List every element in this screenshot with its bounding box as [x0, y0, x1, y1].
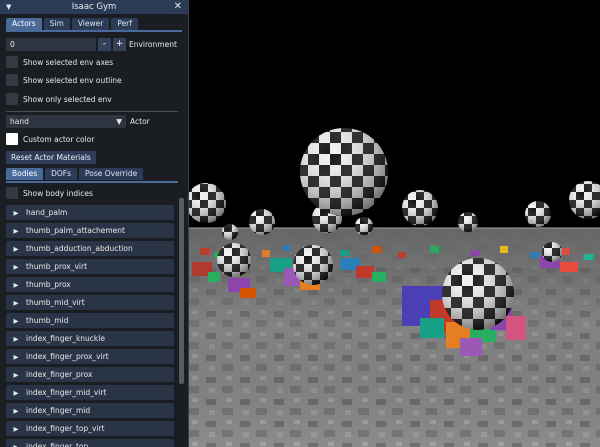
reset-row: Reset Actor Materials	[6, 151, 96, 164]
body-item-label: thumb_palm_attachement	[26, 226, 125, 235]
sub-tabs: Bodies DOFs Pose Override	[6, 168, 144, 180]
custom-color-swatch[interactable]	[6, 133, 18, 145]
only-selected-checkbox[interactable]	[6, 93, 18, 105]
tab-perf[interactable]: Perf	[111, 18, 138, 30]
body-item[interactable]: ▶ index_finger_mid	[6, 403, 174, 418]
body-item[interactable]: ▶ thumb_prox_virt	[6, 259, 174, 274]
body-indices-label: Show body indices	[23, 188, 93, 198]
expand-arrow-icon[interactable]: ▶	[6, 353, 26, 361]
body-item[interactable]: ▶ hand_palm	[6, 205, 174, 220]
body-item-label: index_finger_mid	[26, 406, 91, 415]
body-item[interactable]: ▶ index_finger_prox	[6, 367, 174, 382]
panel-titlebar[interactable]: ▼ Isaac Gym ✕	[0, 0, 188, 14]
expand-arrow-icon[interactable]: ▶	[6, 227, 26, 235]
reset-actor-materials-button[interactable]: Reset Actor Materials	[6, 151, 96, 164]
env-axes-row[interactable]: Show selected env axes	[6, 56, 113, 68]
body-indices-row[interactable]: Show body indices	[6, 187, 93, 199]
env-axes-checkbox[interactable]	[6, 56, 18, 68]
collapse-icon[interactable]: ▼	[6, 3, 11, 11]
body-item[interactable]: ▶ index_finger_top	[6, 439, 174, 447]
expand-arrow-icon[interactable]: ▶	[6, 425, 26, 433]
body-item-label: index_finger_top	[26, 442, 89, 447]
actor-label: Actor	[130, 117, 150, 126]
actor-select[interactable]: hand ▼	[6, 115, 126, 128]
body-item[interactable]: ▶ thumb_prox	[6, 277, 174, 292]
only-selected-row[interactable]: Show only selected env	[6, 93, 112, 105]
body-item-label: hand_palm	[26, 208, 68, 217]
actor-row: hand ▼ Actor	[6, 115, 150, 128]
body-item-label: index_finger_prox_virt	[26, 352, 109, 361]
body-item[interactable]: ▶ thumb_palm_attachement	[6, 223, 174, 238]
subtab-pose-override[interactable]: Pose Override	[79, 168, 144, 180]
body-indices-checkbox[interactable]	[6, 187, 18, 199]
body-item-label: thumb_prox_virt	[26, 262, 88, 271]
actor-select-value: hand	[10, 117, 29, 126]
close-icon[interactable]: ✕	[174, 1, 182, 12]
body-item[interactable]: ▶ index_finger_knuckle	[6, 331, 174, 346]
main-tabs: Actors Sim Viewer Perf	[0, 14, 188, 30]
subtab-dofs[interactable]: DOFs	[45, 168, 78, 180]
environment-increment-button[interactable]: +	[113, 38, 126, 51]
expand-arrow-icon[interactable]: ▶	[6, 335, 26, 343]
expand-arrow-icon[interactable]: ▶	[6, 209, 26, 217]
only-selected-label: Show only selected env	[23, 94, 112, 104]
body-item-label: index_finger_knuckle	[26, 334, 105, 343]
environment-input[interactable]: 0	[6, 38, 96, 51]
window-title: Isaac Gym	[71, 2, 117, 12]
expand-arrow-icon[interactable]: ▶	[6, 407, 26, 415]
tab-underline	[6, 30, 182, 32]
tab-sim[interactable]: Sim	[43, 18, 70, 30]
env-outline-row[interactable]: Show selected env outline	[6, 74, 122, 86]
body-item-label: thumb_adduction_abduction	[26, 244, 133, 253]
custom-color-row[interactable]: Custom actor color	[6, 133, 94, 145]
body-item-label: thumb_mid	[26, 316, 69, 325]
body-item-label: thumb_prox	[26, 280, 71, 289]
body-item[interactable]: ▶ index_finger_mid_virt	[6, 385, 174, 400]
subtab-bodies[interactable]: Bodies	[6, 168, 44, 180]
environment-label: Environment	[129, 40, 177, 49]
body-item[interactable]: ▶ thumb_mid_virt	[6, 295, 174, 310]
tab-actors[interactable]: Actors	[6, 18, 42, 30]
body-item[interactable]: ▶ thumb_adduction_abduction	[6, 241, 174, 256]
tab-viewer[interactable]: Viewer	[71, 18, 110, 30]
expand-arrow-icon[interactable]: ▶	[6, 299, 26, 307]
expand-arrow-icon[interactable]: ▶	[6, 317, 26, 325]
scrollbar-thumb[interactable]	[179, 198, 184, 384]
body-item-label: thumb_mid_virt	[26, 298, 85, 307]
body-item[interactable]: ▶ index_finger_prox_virt	[6, 349, 174, 364]
environment-decrement-button[interactable]: -	[98, 38, 111, 51]
expand-arrow-icon[interactable]: ▶	[6, 371, 26, 379]
dropdown-arrow-icon: ▼	[116, 117, 122, 126]
expand-arrow-icon[interactable]: ▶	[6, 443, 26, 447]
body-item-label: index_finger_prox	[26, 370, 93, 379]
env-outline-checkbox[interactable]	[6, 74, 18, 86]
body-item[interactable]: ▶ thumb_mid	[6, 313, 174, 328]
custom-color-label: Custom actor color	[23, 134, 95, 144]
env-outline-label: Show selected env outline	[23, 75, 122, 85]
expand-arrow-icon[interactable]: ▶	[6, 263, 26, 271]
body-item[interactable]: ▶ index_finger_top_virt	[6, 421, 174, 436]
isaac-gym-panel: ▼ Isaac Gym ✕ Actors Sim Viewer Perf 0 -…	[0, 0, 189, 447]
body-item-label: index_finger_mid_virt	[26, 388, 107, 397]
expand-arrow-icon[interactable]: ▶	[6, 281, 26, 289]
subtab-underline	[6, 181, 178, 183]
divider	[6, 111, 178, 112]
env-axes-label: Show selected env axes	[23, 57, 114, 67]
expand-arrow-icon[interactable]: ▶	[6, 245, 26, 253]
environment-row: 0 - + Environment	[6, 38, 177, 51]
body-item-label: index_finger_top_virt	[26, 424, 105, 433]
expand-arrow-icon[interactable]: ▶	[6, 389, 26, 397]
